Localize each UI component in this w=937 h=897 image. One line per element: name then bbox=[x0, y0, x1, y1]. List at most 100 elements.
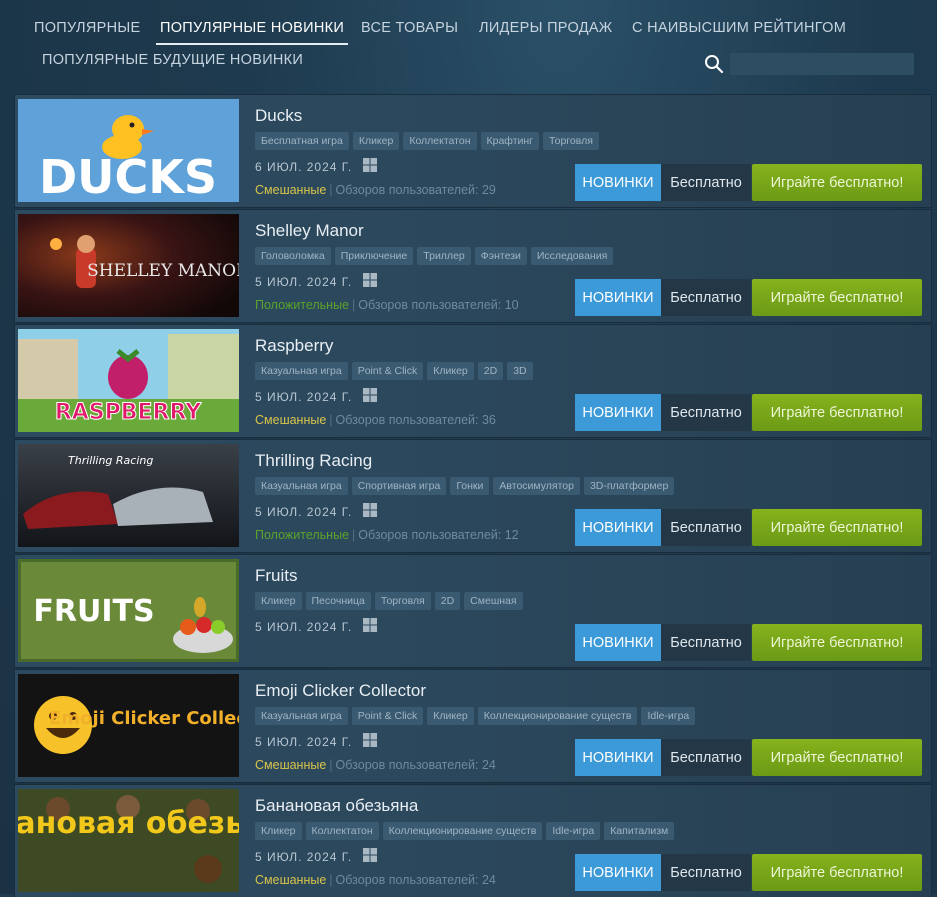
tag[interactable]: 2D bbox=[434, 592, 461, 610]
tag[interactable]: Point & Click bbox=[351, 362, 424, 380]
tag[interactable]: Исследования bbox=[530, 247, 614, 265]
game-capsule-image[interactable]: Thrilling Racing bbox=[18, 444, 239, 547]
capsule-title-text: Emoji Clicker Collector bbox=[49, 708, 239, 729]
price-label: Бесплатно bbox=[661, 739, 751, 776]
tag[interactable]: 3D bbox=[507, 362, 533, 380]
release-date: 5 ИЮЛ. 2024 Г. bbox=[255, 275, 353, 289]
review-summary: Смешанные bbox=[255, 758, 327, 772]
release-date: 6 ИЮЛ. 2024 Г. bbox=[255, 160, 353, 174]
tag[interactable]: Idle-игра bbox=[641, 707, 696, 725]
tag[interactable]: Триллер bbox=[417, 247, 471, 265]
game-title[interactable]: Raspberry bbox=[255, 336, 333, 356]
search-input[interactable] bbox=[730, 53, 914, 75]
tag[interactable]: Головоломка bbox=[255, 247, 331, 265]
tag[interactable]: Приключение bbox=[334, 247, 414, 265]
tag[interactable]: Автосимулятор bbox=[493, 477, 580, 495]
game-row[interactable]: Thrilling Racing Thrilling Racing Казуал… bbox=[15, 440, 931, 552]
tag[interactable]: Спортивная игра bbox=[351, 477, 447, 495]
play-free-button[interactable]: Играйте бесплатно! bbox=[752, 739, 922, 776]
tag[interactable]: Коллекционирование существ bbox=[477, 707, 638, 725]
tag[interactable]: 3D-платформер bbox=[583, 477, 675, 495]
game-row[interactable]: Банановая обезьяна Банановая обезьяна Кл… bbox=[15, 785, 931, 897]
game-capsule-image[interactable]: Emoji Clicker Collector bbox=[18, 674, 239, 777]
review-count: Обзоров пользователей: 29 bbox=[335, 183, 496, 197]
game-row[interactable]: SHELLEY MANOR Shelley Manor Головоломка П… bbox=[15, 210, 931, 322]
tag[interactable]: Казуальная игра bbox=[255, 477, 348, 495]
game-tags: Казуальная игра Point & Click Кликер Коллек… bbox=[255, 707, 699, 725]
tab-top-rated[interactable]: С НАИВЫСШИМ РЕЙТИНГОМ bbox=[632, 20, 846, 36]
new-badge-button[interactable]: НОВИНКИ bbox=[575, 394, 661, 431]
game-title[interactable]: Fruits bbox=[255, 566, 298, 586]
play-free-button[interactable]: Играйте бесплатно! bbox=[752, 624, 922, 661]
tag[interactable]: Гонки bbox=[450, 477, 490, 495]
play-free-button[interactable]: Играйте бесплатно! bbox=[752, 854, 922, 891]
game-row[interactable]: FRUITS Fruits Кликер Песочница Торговля 2D С… bbox=[15, 555, 931, 667]
game-row[interactable]: DUCKS Ducks Бесплатная игра Кликер Коллект… bbox=[15, 95, 931, 207]
tab-all-items[interactable]: ВСЕ ТОВАРЫ bbox=[361, 20, 458, 36]
tag[interactable]: Фэнтези bbox=[474, 247, 527, 265]
tag[interactable]: Коллекционирование существ bbox=[382, 822, 543, 840]
capsule-title-text: SHELLEY MANOR bbox=[87, 261, 239, 281]
tag[interactable]: Кликер bbox=[255, 592, 302, 610]
play-free-button[interactable]: Играйте бесплатно! bbox=[752, 164, 922, 201]
windows-icon bbox=[363, 733, 377, 747]
tag[interactable]: Крафтинг bbox=[480, 132, 540, 150]
tag[interactable]: Кликер bbox=[427, 707, 474, 725]
game-title[interactable]: Банановая обезьяна bbox=[255, 796, 418, 816]
game-capsule-image[interactable]: RASPBERRY bbox=[18, 329, 239, 432]
tag[interactable]: Торговля bbox=[543, 132, 599, 150]
review-line: Смешанные | Обзоров пользователей: 24 bbox=[255, 758, 496, 772]
tab-popular-new[interactable]: ПОПУЛЯРНЫЕ НОВИНКИ bbox=[155, 20, 349, 45]
play-free-button[interactable]: Играйте бесплатно! bbox=[752, 279, 922, 316]
game-capsule-image[interactable]: Банановая обезьяна bbox=[18, 789, 239, 892]
tag[interactable]: Казуальная игра bbox=[255, 362, 348, 380]
release-date: 5 ИЮЛ. 2024 Г. bbox=[255, 390, 353, 404]
new-badge-button[interactable]: НОВИНКИ bbox=[575, 624, 661, 661]
game-row[interactable]: RASPBERRY Raspberry Казуальная игра Point… bbox=[15, 325, 931, 437]
review-separator: | bbox=[329, 183, 333, 197]
new-badge-button[interactable]: НОВИНКИ bbox=[575, 739, 661, 776]
review-count: Обзоров пользователей: 10 bbox=[358, 298, 519, 312]
review-line: Смешанные | Обзоров пользователей: 29 bbox=[255, 183, 496, 197]
tag[interactable]: Бесплатная игра bbox=[255, 132, 349, 150]
tag[interactable]: Смешная bbox=[464, 592, 523, 610]
tag[interactable]: Коллектатон bbox=[305, 822, 379, 840]
tag[interactable]: Кликер bbox=[255, 822, 302, 840]
tag[interactable]: Торговля bbox=[374, 592, 431, 610]
review-summary: Смешанные bbox=[255, 413, 327, 427]
search-icon[interactable] bbox=[704, 54, 724, 74]
game-row[interactable]: Emoji Clicker Collector Emoji Clicker Co… bbox=[15, 670, 931, 782]
tag[interactable]: Point & Click bbox=[351, 707, 424, 725]
tag[interactable]: 2D bbox=[477, 362, 504, 380]
play-free-button[interactable]: Играйте бесплатно! bbox=[752, 509, 922, 546]
tag[interactable]: Песочница bbox=[305, 592, 371, 610]
tag[interactable]: Казуальная игра bbox=[255, 707, 348, 725]
price-label: Бесплатно bbox=[661, 624, 751, 661]
game-capsule-image[interactable]: DUCKS bbox=[18, 99, 239, 202]
release-date: 5 ИЮЛ. 2024 Г. bbox=[255, 735, 353, 749]
game-capsule-image[interactable]: SHELLEY MANOR bbox=[18, 214, 239, 317]
play-free-button[interactable]: Играйте бесплатно! bbox=[752, 394, 922, 431]
new-badge-button[interactable]: НОВИНКИ bbox=[575, 279, 661, 316]
new-badge-button[interactable]: НОВИНКИ bbox=[575, 509, 661, 546]
tag[interactable]: Idle-игра bbox=[546, 822, 601, 840]
new-badge-button[interactable]: НОВИНКИ bbox=[575, 164, 661, 201]
new-badge-button[interactable]: НОВИНКИ bbox=[575, 854, 661, 891]
windows-icon bbox=[363, 618, 377, 632]
tag[interactable]: Коллектатон bbox=[403, 132, 477, 150]
game-title[interactable]: Ducks bbox=[255, 106, 302, 126]
tag[interactable]: Капитализм bbox=[604, 822, 675, 840]
tab-popular-upcoming[interactable]: ПОПУЛЯРНЫЕ БУДУЩИЕ НОВИНКИ bbox=[42, 52, 303, 68]
game-title[interactable]: Shelley Manor bbox=[255, 221, 364, 241]
tab-popular[interactable]: ПОПУЛЯРНЫЕ bbox=[34, 20, 141, 36]
game-title[interactable]: Emoji Clicker Collector bbox=[255, 681, 426, 701]
game-capsule-image[interactable]: FRUITS bbox=[18, 559, 239, 662]
tab-top-sellers[interactable]: ЛИДЕРЫ ПРОДАЖ bbox=[479, 20, 612, 36]
tag[interactable]: Кликер bbox=[427, 362, 474, 380]
game-tags: Казуальная игра Point & Click Кликер 2D 3D bbox=[255, 362, 537, 380]
windows-icon bbox=[363, 158, 377, 172]
capsule-title-text: FRUITS bbox=[33, 594, 154, 629]
game-title[interactable]: Thrilling Racing bbox=[255, 451, 372, 471]
tag[interactable]: Кликер bbox=[352, 132, 400, 150]
windows-icon bbox=[363, 848, 377, 862]
